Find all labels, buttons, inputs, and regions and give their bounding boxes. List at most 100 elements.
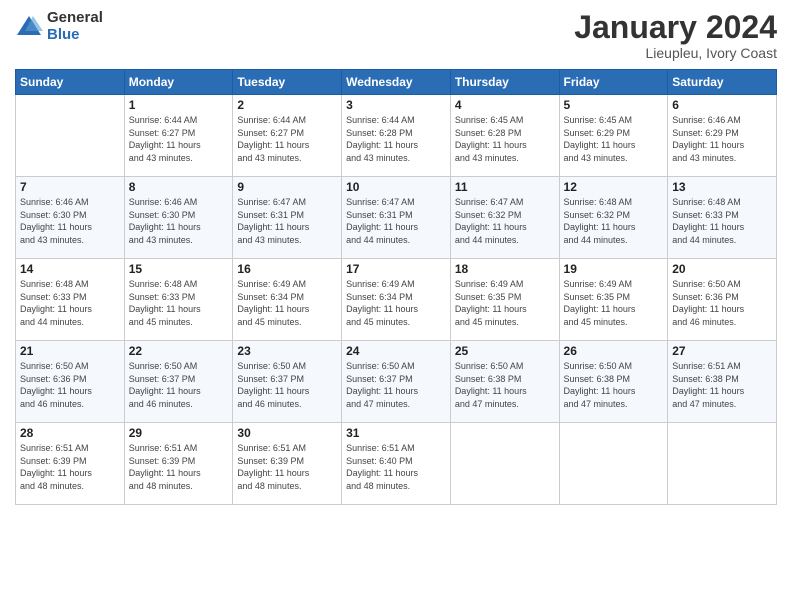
day-number: 9 [237,180,337,194]
day-header-friday: Friday [559,70,668,95]
day-info: Sunrise: 6:44 AM Sunset: 6:27 PM Dayligh… [129,114,229,164]
day-info: Sunrise: 6:44 AM Sunset: 6:27 PM Dayligh… [237,114,337,164]
day-number: 20 [672,262,772,276]
day-info: Sunrise: 6:51 AM Sunset: 6:39 PM Dayligh… [237,442,337,492]
calendar-cell: 10 Sunrise: 6:47 AM Sunset: 6:31 PM Dayli… [342,177,451,259]
logo: General Blue [15,10,103,43]
day-number: 3 [346,98,446,112]
day-number: 26 [564,344,664,358]
calendar-cell: 13 Sunrise: 6:48 AM Sunset: 6:33 PM Dayli… [668,177,777,259]
calendar-cell: 21 Sunrise: 6:50 AM Sunset: 6:36 PM Dayli… [16,341,125,423]
calendar-cell: 11 Sunrise: 6:47 AM Sunset: 6:32 PM Dayli… [450,177,559,259]
day-number: 13 [672,180,772,194]
page: General Blue January 2024 Lieupleu, Ivor… [0,0,792,612]
calendar-cell [668,423,777,505]
day-header-monday: Monday [124,70,233,95]
day-number: 4 [455,98,555,112]
day-info: Sunrise: 6:47 AM Sunset: 6:31 PM Dayligh… [237,196,337,246]
calendar-cell: 2 Sunrise: 6:44 AM Sunset: 6:27 PM Daylig… [233,95,342,177]
day-header-sunday: Sunday [16,70,125,95]
day-info: Sunrise: 6:50 AM Sunset: 6:36 PM Dayligh… [672,278,772,328]
calendar-cell: 14Sunrise: 6:48 AM Sunset: 6:33 PM Dayli… [16,259,125,341]
logo-general-label: General [47,10,103,27]
day-number: 10 [346,180,446,194]
calendar-cell: 17Sunrise: 6:49 AM Sunset: 6:34 PM Dayli… [342,259,451,341]
calendar-cell: 1 Sunrise: 6:44 AM Sunset: 6:27 PM Daylig… [124,95,233,177]
month-title: January 2024 [574,10,777,45]
day-number: 27 [672,344,772,358]
header: General Blue January 2024 Lieupleu, Ivor… [15,10,777,61]
calendar-header-row: SundayMondayTuesdayWednesdayThursdayFrid… [16,70,777,95]
calendar-cell: 3 Sunrise: 6:44 AM Sunset: 6:28 PM Daylig… [342,95,451,177]
calendar-cell: 16Sunrise: 6:49 AM Sunset: 6:34 PM Dayli… [233,259,342,341]
calendar-cell: 28Sunrise: 6:51 AM Sunset: 6:39 PM Dayli… [16,423,125,505]
location-subtitle: Lieupleu, Ivory Coast [574,45,777,61]
day-info: Sunrise: 6:48 AM Sunset: 6:33 PM Dayligh… [129,278,229,328]
calendar-cell: 5Sunrise: 6:45 AM Sunset: 6:29 PM Daylig… [559,95,668,177]
calendar-cell: 29Sunrise: 6:51 AM Sunset: 6:39 PM Dayli… [124,423,233,505]
day-number: 25 [455,344,555,358]
calendar-cell: 24Sunrise: 6:50 AM Sunset: 6:37 PM Dayli… [342,341,451,423]
day-info: Sunrise: 6:46 AM Sunset: 6:30 PM Dayligh… [129,196,229,246]
day-number: 14 [20,262,120,276]
calendar-cell: 23Sunrise: 6:50 AM Sunset: 6:37 PM Dayli… [233,341,342,423]
calendar-cell [450,423,559,505]
week-row-5: 28 Sunrise: 6:51 AM Sunset: 6:39 PM Dayli… [16,423,777,505]
day-number: 22 [129,344,229,358]
day-number: 16 [237,262,337,276]
day-info: Sunrise: 6:44 AM Sunset: 6:28 PM Dayligh… [346,114,446,164]
calendar-cell: 9 Sunrise: 6:47 AM Sunset: 6:31 PM Daylig… [233,177,342,259]
calendar-cell: 19Sunrise: 6:49 AM Sunset: 6:35 PM Dayli… [559,259,668,341]
day-header-thursday: Thursday [450,70,559,95]
day-header-wednesday: Wednesday [342,70,451,95]
day-info: Sunrise: 6:47 AM Sunset: 6:31 PM Dayligh… [346,196,446,246]
day-number: 18 [455,262,555,276]
day-number: 7 [20,180,120,194]
day-number: 11 [455,180,555,194]
day-number: 28 [20,426,120,440]
calendar-cell: 26 Sunrise: 6:50 AM Sunset: 6:38 PM Dayli… [559,341,668,423]
calendar-cell: 7 Sunrise: 6:46 AM Sunset: 6:30 PM Daylig… [16,177,125,259]
calendar-cell: 6Sunrise: 6:46 AM Sunset: 6:29 PM Daylig… [668,95,777,177]
day-number: 12 [564,180,664,194]
day-number: 1 [129,98,229,112]
title-block: January 2024 Lieupleu, Ivory Coast [574,10,777,61]
calendar-cell: 20 Sunrise: 6:50 AM Sunset: 6:36 PM Dayli… [668,259,777,341]
day-info: Sunrise: 6:49 AM Sunset: 6:35 PM Dayligh… [455,278,555,328]
calendar-cell: 18 Sunrise: 6:49 AM Sunset: 6:35 PM Dayli… [450,259,559,341]
calendar-cell: 27Sunrise: 6:51 AM Sunset: 6:38 PM Dayli… [668,341,777,423]
week-row-3: 14 Sunrise: 6:48 AM Sunset: 6:33 PM Dayli… [16,259,777,341]
calendar-cell: 31Sunrise: 6:51 AM Sunset: 6:40 PM Dayli… [342,423,451,505]
day-info: Sunrise: 6:50 AM Sunset: 6:37 PM Dayligh… [129,360,229,410]
day-number: 8 [129,180,229,194]
day-number: 19 [564,262,664,276]
logo-text: General Blue [47,10,103,43]
calendar-cell [16,95,125,177]
day-number: 21 [20,344,120,358]
day-info: Sunrise: 6:46 AM Sunset: 6:29 PM Dayligh… [672,114,772,164]
calendar-cell [559,423,668,505]
day-info: Sunrise: 6:48 AM Sunset: 6:33 PM Dayligh… [672,196,772,246]
day-number: 31 [346,426,446,440]
week-row-4: 21 Sunrise: 6:50 AM Sunset: 6:36 PM Dayli… [16,341,777,423]
day-info: Sunrise: 6:50 AM Sunset: 6:37 PM Dayligh… [237,360,337,410]
day-number: 2 [237,98,337,112]
day-info: Sunrise: 6:48 AM Sunset: 6:32 PM Dayligh… [564,196,664,246]
day-info: Sunrise: 6:50 AM Sunset: 6:38 PM Dayligh… [564,360,664,410]
day-info: Sunrise: 6:50 AM Sunset: 6:38 PM Dayligh… [455,360,555,410]
calendar-cell: 25 Sunrise: 6:50 AM Sunset: 6:38 PM Dayli… [450,341,559,423]
day-info: Sunrise: 6:46 AM Sunset: 6:30 PM Dayligh… [20,196,120,246]
calendar-cell: 12 Sunrise: 6:48 AM Sunset: 6:32 PM Dayli… [559,177,668,259]
day-info: Sunrise: 6:47 AM Sunset: 6:32 PM Dayligh… [455,196,555,246]
day-number: 29 [129,426,229,440]
day-info: Sunrise: 6:45 AM Sunset: 6:28 PM Dayligh… [455,114,555,164]
calendar-cell: 15 Sunrise: 6:48 AM Sunset: 6:33 PM Dayli… [124,259,233,341]
day-number: 15 [129,262,229,276]
day-number: 30 [237,426,337,440]
day-info: Sunrise: 6:50 AM Sunset: 6:36 PM Dayligh… [20,360,120,410]
calendar-cell: 8 Sunrise: 6:46 AM Sunset: 6:30 PM Daylig… [124,177,233,259]
logo-blue-label: Blue [47,27,103,44]
calendar-cell: 30 Sunrise: 6:51 AM Sunset: 6:39 PM Dayli… [233,423,342,505]
day-header-saturday: Saturday [668,70,777,95]
day-number: 24 [346,344,446,358]
